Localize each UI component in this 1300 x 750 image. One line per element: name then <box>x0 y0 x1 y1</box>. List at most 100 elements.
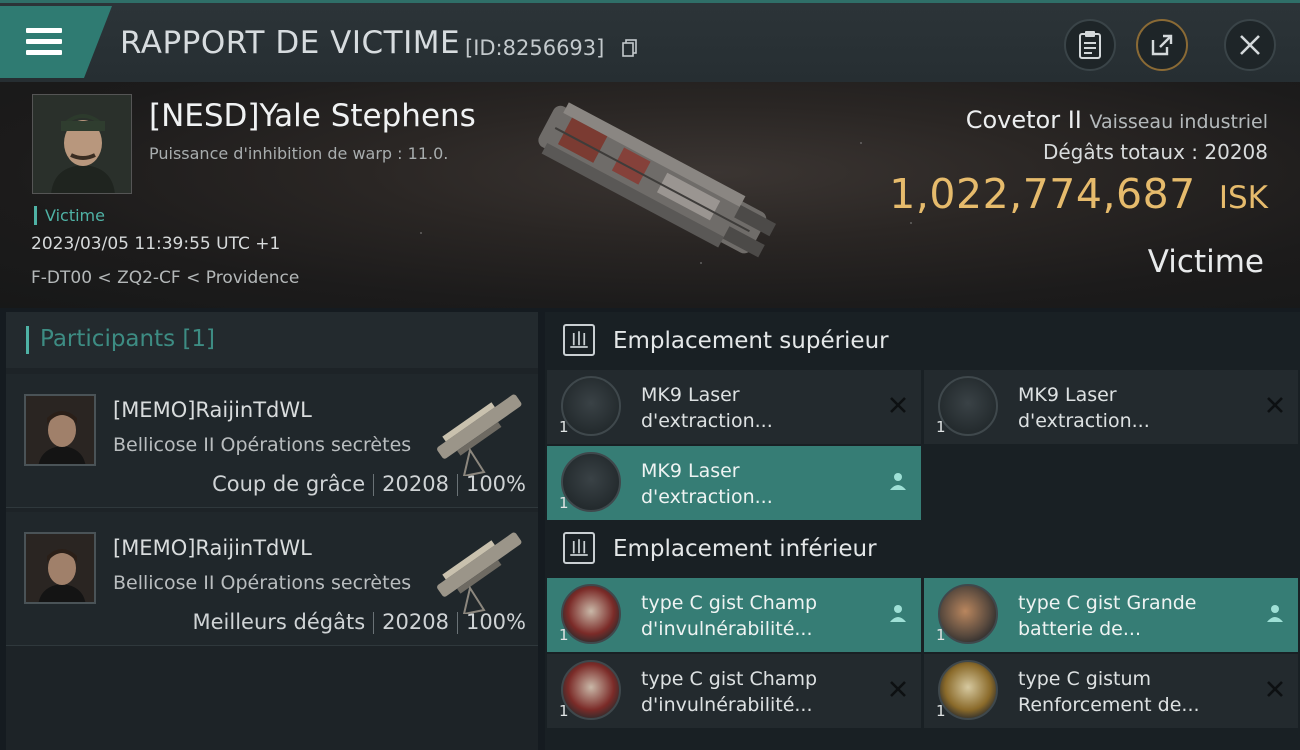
module-name-line1: type C gistum <box>1018 668 1152 690</box>
module-label: type C gist Champ d'invulnérabilité... <box>641 590 871 642</box>
share-icon <box>1151 34 1173 56</box>
participant-portrait[interactable] <box>24 394 96 466</box>
participants-panel: Participants [1] [MEMO]RaijinTdWL Bellic… <box>6 312 538 750</box>
pilot-portrait-icon <box>26 396 94 464</box>
participant-ship-image[interactable] <box>424 518 534 614</box>
module-label: MK9 Laser d'extraction... <box>641 382 871 434</box>
module-quantity: 1 <box>559 494 569 512</box>
clipboard-icon <box>1079 31 1101 59</box>
module-quantity: 1 <box>559 418 569 436</box>
copy-icon[interactable] <box>622 39 638 57</box>
module-quantity: 1 <box>559 626 569 644</box>
ship-class: Vaisseau industriel <box>1089 111 1269 133</box>
module-item[interactable]: 1 MK9 Laser d'extraction... <box>547 370 921 444</box>
participant-ship: Bellicose II Opérations secrètes <box>113 434 412 456</box>
pilot-portrait-icon <box>33 95 131 193</box>
participants-title: Participants [1] <box>40 326 215 352</box>
top-damage-label: Meilleurs dégâts <box>192 610 366 634</box>
module-quantity: 1 <box>936 626 946 644</box>
module-name-line1: type C gist Champ <box>641 668 818 690</box>
participant-percent: 100% <box>465 472 526 496</box>
low-slot-header: Emplacement inférieur <box>545 522 1300 576</box>
participant-ship-image[interactable] <box>424 380 534 476</box>
mining-laser-icon <box>561 376 621 436</box>
participant-stats: Coup de grâce 20208 100% <box>212 472 526 496</box>
module-quantity: 1 <box>559 702 569 720</box>
module-quantity: 1 <box>936 418 946 436</box>
kill-location[interactable]: F-DT00 < ZQ2-CF < Providence <box>31 268 299 288</box>
destroyed-icon <box>1267 397 1283 413</box>
module-name-line1: MK9 Laser <box>1018 384 1117 406</box>
module-item[interactable]: 1 type C gist Champ d'invulnérabilité... <box>547 654 921 728</box>
reinforcement-module-icon <box>938 660 998 720</box>
participant-ship: Bellicose II Opérations secrètes <box>113 572 412 594</box>
module-item[interactable]: 1 type C gist Champ d'invulnérabilité... <box>547 578 921 652</box>
participant-damage: 20208 <box>382 610 449 634</box>
module-name-line2: d'extraction... <box>641 486 773 508</box>
module-label: MK9 Laser d'extraction... <box>641 458 871 510</box>
close-button[interactable] <box>1224 19 1276 71</box>
module-name-line2: d'extraction... <box>641 410 773 432</box>
isk-value: 1,022,774,687 <box>889 170 1196 218</box>
module-item[interactable]: 1 MK9 Laser d'extraction... <box>924 370 1298 444</box>
participant-name[interactable]: [MEMO]RaijinTdWL <box>113 536 312 560</box>
low-slot-icon <box>563 532 595 564</box>
participant-damage: 20208 <box>382 472 449 496</box>
participant-percent: 100% <box>465 610 526 634</box>
share-button[interactable] <box>1136 19 1188 71</box>
victim-name[interactable]: [NESD]Yale Stephens <box>149 98 476 134</box>
participant-row[interactable]: [MEMO]RaijinTdWL Bellicose II Opérations… <box>6 512 538 646</box>
dropped-person-icon <box>890 605 906 622</box>
report-id: [ID:8256693] <box>465 36 605 60</box>
module-name-line2: d'extraction... <box>1018 410 1150 432</box>
menu-icon <box>26 28 62 56</box>
destroyed-icon <box>890 681 906 697</box>
high-slot-header: Emplacement supérieur <box>545 314 1300 368</box>
participant-row[interactable]: [MEMO]RaijinTdWL Bellicose II Opérations… <box>6 374 538 508</box>
module-quantity: 1 <box>936 702 946 720</box>
battery-module-icon <box>938 584 998 644</box>
module-name-line1: MK9 Laser <box>641 460 740 482</box>
isk-total: 1,022,774,687 ISK <box>889 170 1268 218</box>
mining-laser-icon <box>561 452 621 512</box>
participants-header[interactable]: Participants [1] <box>6 312 538 368</box>
total-damage: Dégâts totaux : 20208 <box>1043 140 1268 164</box>
high-slot-title: Emplacement supérieur <box>613 328 889 354</box>
ship-info[interactable]: Covetor II Vaisseau industriel <box>966 106 1268 134</box>
clipboard-button[interactable] <box>1064 19 1116 71</box>
module-label: type C gist Champ d'invulnérabilité... <box>641 666 871 718</box>
top-bar: RAPPORT DE VICTIME [ID:8256693] <box>0 0 1300 82</box>
victim-portrait[interactable] <box>32 94 132 194</box>
destroyed-icon <box>1267 681 1283 697</box>
module-item[interactable]: 1 type C gist Grande batterie de... <box>924 578 1298 652</box>
module-name-line1: type C gist Grande <box>1018 592 1197 614</box>
module-item[interactable]: 1 MK9 Laser d'extraction... <box>547 446 921 520</box>
fitting-panel: Emplacement supérieur 1 MK9 Laser d'extr… <box>545 312 1300 750</box>
menu-button[interactable] <box>0 6 112 78</box>
dropped-person-icon <box>1267 605 1283 622</box>
module-name-line1: type C gist Champ <box>641 592 818 614</box>
participant-stats: Meilleurs dégâts 20208 100% <box>192 610 526 634</box>
high-slot-icon <box>563 324 595 356</box>
shield-module-icon <box>561 584 621 644</box>
module-name-line2: Renforcement de... <box>1018 694 1200 716</box>
ship-image[interactable] <box>510 94 790 274</box>
module-name-line2: d'invulnérabilité... <box>641 694 813 716</box>
module-name-line2: batterie de... <box>1018 618 1141 640</box>
module-label: type C gist Grande batterie de... <box>1018 590 1248 642</box>
module-name-line1: MK9 Laser <box>641 384 740 406</box>
dropped-person-icon <box>890 473 906 490</box>
destroyed-icon <box>890 397 906 413</box>
participant-portrait[interactable] <box>24 532 96 604</box>
ship-name: Covetor II <box>965 106 1082 134</box>
final-blow-label: Coup de grâce <box>212 472 366 496</box>
warp-strength: Puissance d'inhibition de warp : 11.0. <box>149 144 449 163</box>
pilot-portrait-icon <box>26 534 94 602</box>
close-icon <box>1240 35 1260 55</box>
isk-unit: ISK <box>1218 180 1268 216</box>
shield-module-icon <box>561 660 621 720</box>
module-item[interactable]: 1 type C gistum Renforcement de... <box>924 654 1298 728</box>
damage-label: Dégâts totaux : <box>1042 140 1199 164</box>
participant-name[interactable]: [MEMO]RaijinTdWL <box>113 398 312 422</box>
page-title: RAPPORT DE VICTIME <box>120 25 461 61</box>
